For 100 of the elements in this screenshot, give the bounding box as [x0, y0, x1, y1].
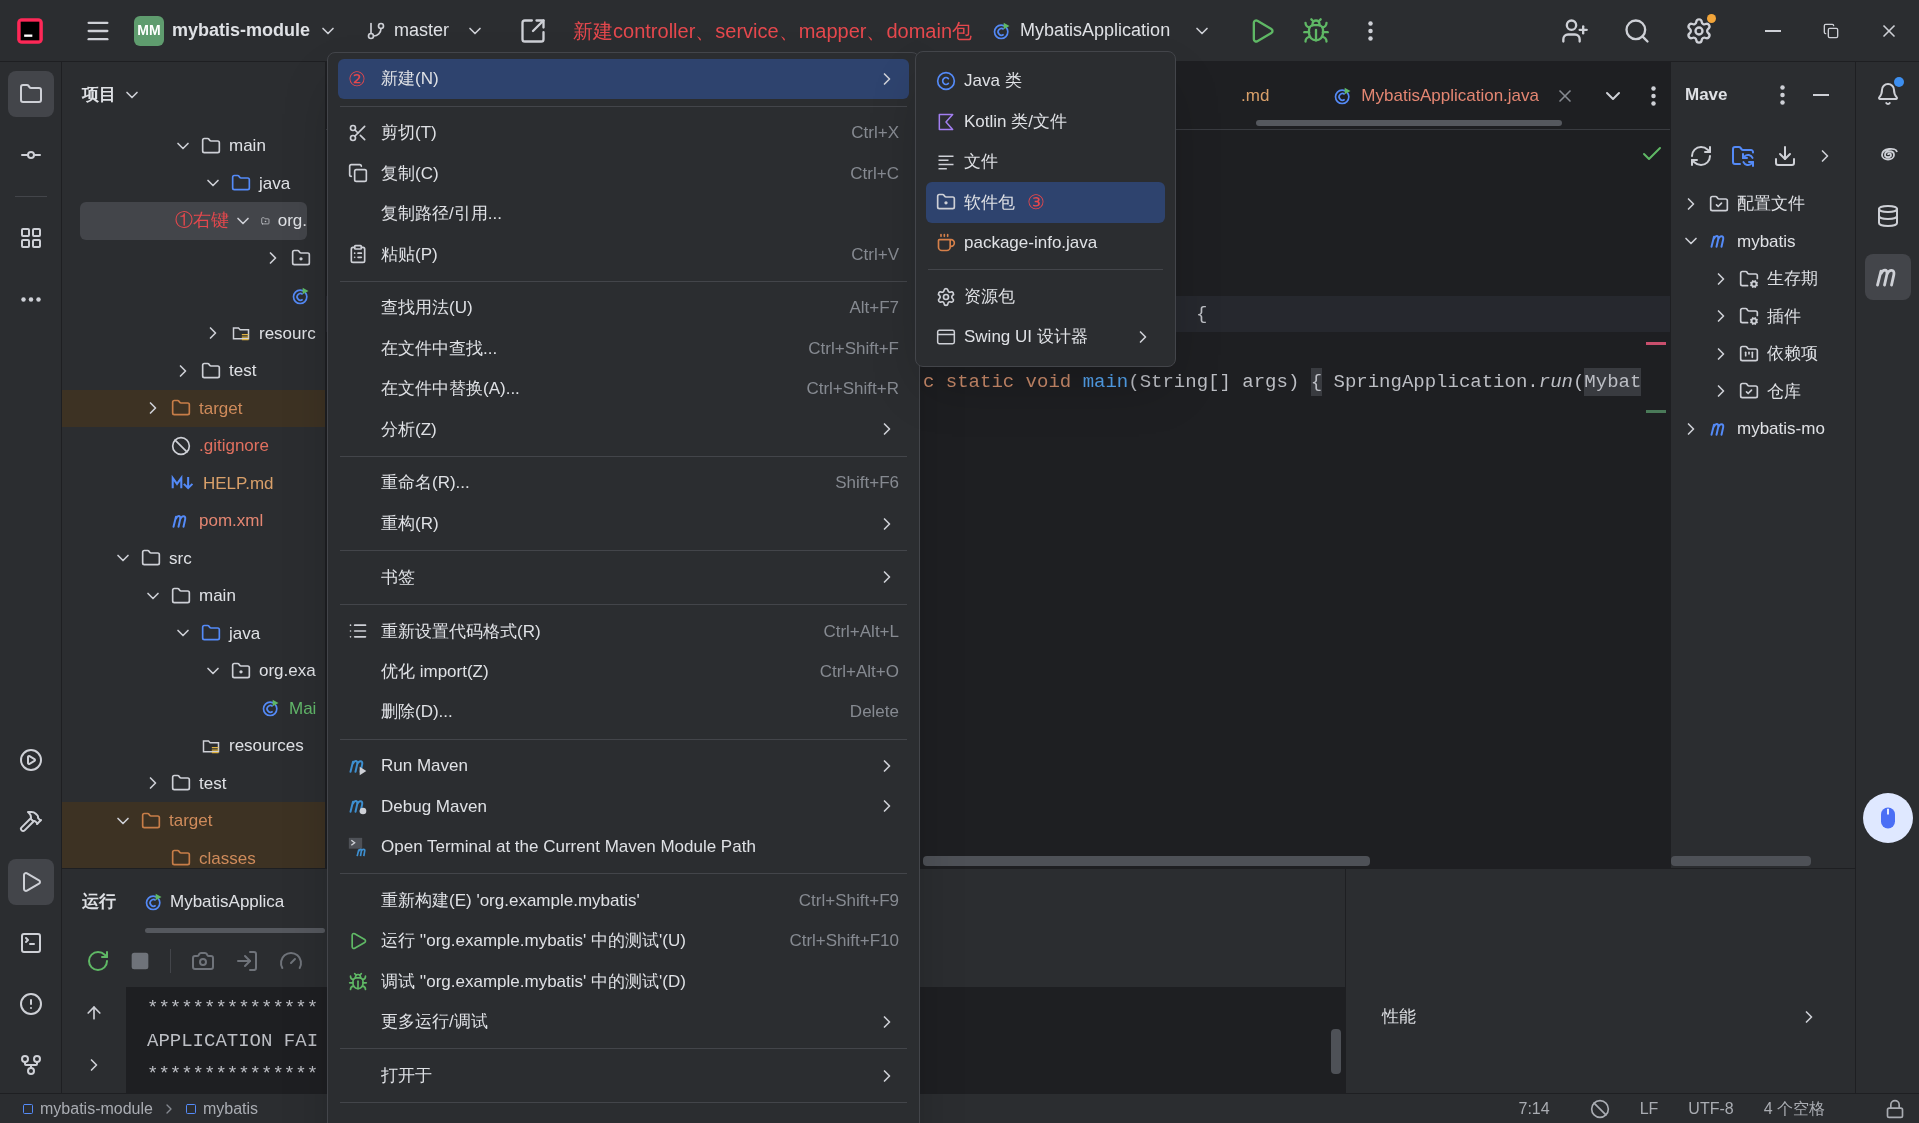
menu-item[interactable]: 运行 ''org.example.mybatis' 中的测试'(U) Ctrl+Shift+F10: [338, 920, 909, 962]
tree-row[interactable]: java: [62, 164, 325, 202]
editor-tab[interactable]: .md: [1229, 62, 1282, 129]
excluded-tree-row[interactable]: target: [62, 389, 325, 427]
menu-item[interactable]: 调试 ''org.example.mybatis' 中的测试'(D): [338, 961, 909, 1002]
menu-item[interactable]: 复制(C) Ctrl+C: [338, 153, 909, 194]
menu-item[interactable]: 剪切(T) Ctrl+X: [338, 112, 909, 154]
tree-label: src: [169, 547, 192, 570]
menu-item[interactable]: 在文件中替换(A)... Ctrl+Shift+R: [338, 368, 909, 410]
console-line: APPLICATION FAI: [147, 1029, 319, 1055]
cursor-position[interactable]: 7:14: [1518, 1096, 1550, 1121]
folder-icon: [201, 360, 221, 381]
tree-row[interactable]: resourc: [62, 314, 325, 352]
menu-item[interactable]: package-info.java: [926, 222, 1165, 263]
menu-item[interactable]: 软件包 ③: [926, 182, 1165, 223]
tree-label: main: [229, 135, 266, 157]
tree-row[interactable]: 依赖项: [1671, 335, 1855, 373]
tree-row[interactable]: 仓库: [1671, 372, 1855, 410]
run-config-selector[interactable]: MybatisApplication: [992, 10, 1213, 51]
bell-icon: [1875, 82, 1900, 106]
menu-item[interactable]: Open Terminal at the Current Maven Module Path: [338, 826, 909, 868]
camera-icon[interactable]: [191, 949, 215, 973]
folder-icon: [231, 173, 251, 194]
breadcrumb[interactable]: mybatis-module: [40, 1096, 153, 1121]
menu-item[interactable]: 在文件中查找... Ctrl+Shift+F: [338, 328, 909, 369]
tree-row[interactable]: resources: [62, 727, 325, 765]
menu-item[interactable]: Kotlin 类/文件: [926, 101, 1165, 142]
stop-icon[interactable]: [130, 951, 150, 971]
app-icon: [144, 892, 164, 912]
menu-item[interactable]: 删除(D)... Delete: [338, 691, 909, 733]
branch-selector[interactable]: master: [366, 10, 486, 51]
menu-item[interactable]: 更多运行/调试: [338, 1001, 909, 1043]
menu-label: 删除(D)...: [381, 701, 453, 724]
panel-title: 性能: [1382, 1006, 1416, 1029]
tree-row[interactable]: 生存期: [1671, 260, 1855, 298]
encoding[interactable]: UTF-8: [1688, 1096, 1734, 1121]
tree-row[interactable]: HELP.md: [62, 464, 325, 502]
menu-label: 重构(R): [381, 512, 439, 535]
tree-row[interactable]: org.exa: [62, 652, 325, 690]
tree-row[interactable]: 插件: [1671, 297, 1855, 335]
refresh-icon[interactable]: [1689, 144, 1713, 168]
menu-item[interactable]: ② 新建(N): [338, 59, 909, 100]
tree-row[interactable]: main: [62, 127, 325, 165]
tree-row[interactable]: src: [62, 539, 325, 577]
menu-item[interactable]: 打开于: [338, 1055, 909, 1096]
tree-row[interactable]: 配置文件: [1671, 185, 1855, 223]
project-badge: MM: [134, 15, 164, 46]
annotation-label: ①右键: [175, 209, 229, 233]
tree-row[interactable]: .gitignore: [62, 427, 325, 465]
menu-item[interactable]: 重新设置代码格式(R) Ctrl+Alt+L: [338, 611, 909, 652]
menu-item[interactable]: 书签: [338, 557, 909, 598]
menu-item[interactable]: Run Maven: [338, 745, 909, 787]
menu-item[interactable]: 重新构建(E) 'org.example.mybatis' Ctrl+Shift+F9: [338, 880, 909, 921]
indent-setting[interactable]: 4 个空格: [1763, 1096, 1825, 1121]
excluded-tree-row[interactable]: classes: [62, 839, 325, 868]
project-button[interactable]: [7, 71, 54, 117]
rerun-icon[interactable]: [86, 949, 110, 973]
menu-item[interactable]: Swing UI 设计器: [926, 316, 1165, 358]
annotation-label: 新建controller、service、mapper、domain包: [573, 18, 973, 44]
login-icon[interactable]: [235, 949, 259, 973]
kotlin-icon: [936, 111, 956, 132]
menu-item[interactable]: Java 类: [926, 61, 1165, 102]
excluded-tree-row[interactable]: target: [62, 802, 325, 840]
folder-icon: [141, 548, 161, 569]
menu-item[interactable]: 优化 import(Z) Ctrl+Alt+O: [338, 651, 909, 692]
tree-row[interactable]: pom.xml: [62, 502, 325, 540]
tree-row[interactable]: main: [62, 577, 325, 615]
run-tab[interactable]: MybatisApplica: [144, 869, 285, 935]
tree-row[interactable]: java: [62, 614, 325, 652]
tree-label: HELP.md: [203, 472, 274, 495]
download-icon[interactable]: [1773, 144, 1797, 168]
maven-button[interactable]: [1864, 254, 1911, 300]
menu-item[interactable]: 粘贴(P) Ctrl+V: [338, 234, 909, 275]
minimize-icon: [1812, 93, 1829, 96]
more-icon: [1367, 20, 1373, 41]
menu-item[interactable]: 分析(Z): [338, 409, 909, 450]
tree-row[interactable]: Mai: [62, 689, 325, 727]
menu-item[interactable]: 重命名(R)... Shift+F6: [338, 463, 909, 504]
tree-row[interactable]: test: [62, 352, 325, 390]
tree-row[interactable]: mybatis-mo: [1671, 410, 1855, 448]
ban-icon[interactable]: [1589, 1098, 1610, 1119]
run-button[interactable]: [7, 859, 54, 905]
menu-item[interactable]: 重构(R): [338, 503, 909, 544]
menu-item[interactable]: 文件: [926, 141, 1165, 183]
folder-sync-icon[interactable]: [1731, 144, 1755, 168]
project-selector[interactable]: MM mybatis-module: [130, 10, 343, 51]
menu-item[interactable]: 资源包: [926, 276, 1165, 317]
menu-item[interactable]: Debug Maven: [338, 786, 909, 827]
line-separator[interactable]: LF: [1639, 1096, 1659, 1121]
breadcrumb[interactable]: mybatis: [202, 1096, 259, 1121]
tree-row[interactable]: test: [62, 764, 325, 802]
menu-item[interactable]: 复制路径/引用...: [338, 193, 909, 235]
floating-assistant-button[interactable]: [1863, 793, 1913, 843]
menu-item[interactable]: 查找用法(U) Alt+F7: [338, 287, 909, 329]
lock-icon[interactable]: [1885, 1098, 1905, 1119]
selected-tree-row[interactable]: ①右键 org.: [80, 202, 307, 240]
menu-label: 资源包: [964, 285, 1015, 308]
tree-row[interactable]: mybatis: [1671, 222, 1855, 260]
tree-label: Mai: [289, 697, 317, 720]
menu-label: 重新构建(E) 'org.example.mybatis': [381, 889, 640, 912]
